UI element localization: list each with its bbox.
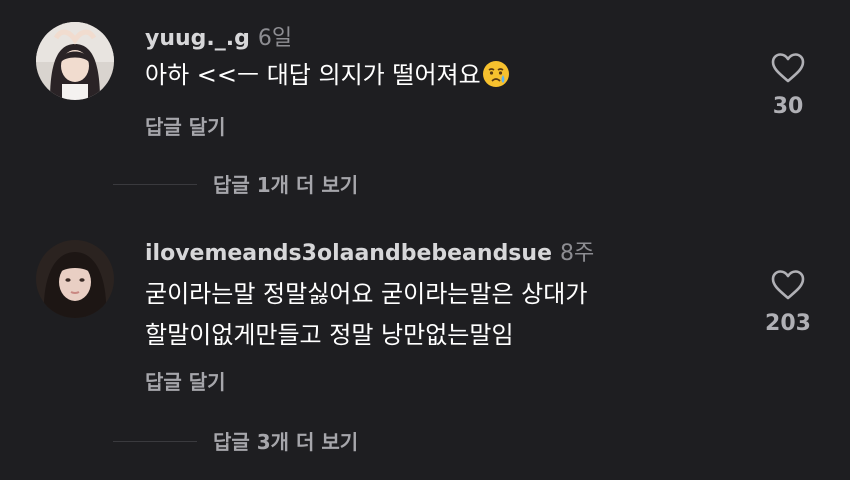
username-text[interactable]: yuug._.g [145, 26, 250, 51]
comment-timestamp: 8주 [560, 241, 595, 266]
avatar[interactable] [36, 22, 114, 100]
avatar-image [36, 22, 114, 100]
like-button[interactable]: 30 [753, 52, 823, 119]
comment-text-line: 굳이라는말 정말싫어요 굳이라는말은 상대가 [145, 280, 588, 308]
username-text[interactable]: ilovemeands3olaandbebeandsue [145, 241, 552, 266]
reply-button[interactable]: 답글 달기 [145, 366, 226, 395]
comment-text: 아하 <<ㅡ 대답 의지가 떨어져요 [145, 55, 510, 96]
comment-text-line: 아하 <<ㅡ 대답 의지가 떨어져요 [145, 61, 481, 89]
heart-icon [771, 270, 805, 300]
crying-face-emoji-icon [482, 61, 509, 87]
avatar-image [36, 240, 114, 318]
like-count: 203 [765, 311, 811, 336]
heart-icon [771, 53, 805, 83]
comment-text: 굳이라는말 정말싫어요 굳이라는말은 상대가 할말이없게만들고 정말 낭만없는말… [145, 274, 587, 356]
view-replies-button[interactable]: 답글 3개 더 보기 [112, 426, 358, 455]
avatar[interactable] [36, 240, 114, 318]
comment-username[interactable]: ilovemeands3olaandbebeandsue 8주 [145, 235, 594, 267]
comment-username[interactable]: yuug._.g 6일 [145, 20, 292, 52]
view-replies-button[interactable]: 답글 1개 더 보기 [112, 169, 358, 198]
comment-timestamp: 6일 [257, 26, 293, 51]
comment-text-line: 할말이없게만들고 정말 낭만없는말임 [145, 321, 514, 349]
like-button[interactable]: 203 [753, 269, 823, 336]
reply-button[interactable]: 답글 달기 [145, 111, 226, 140]
like-count: 30 [772, 94, 804, 119]
